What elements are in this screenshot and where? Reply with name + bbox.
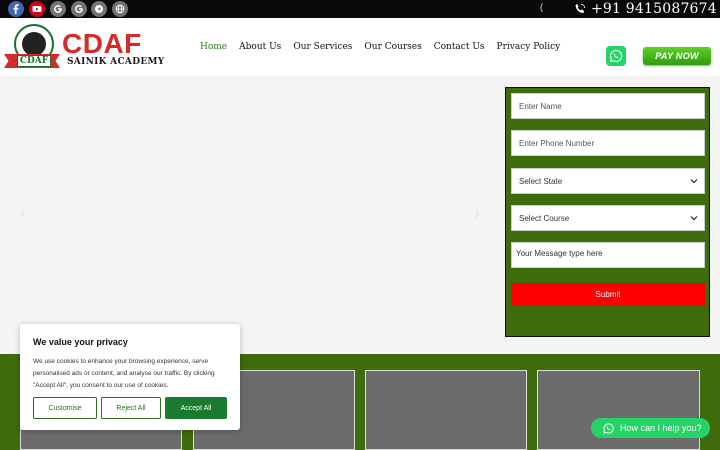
cookie-banner: We value your privacy We use cookies to … <box>20 324 240 430</box>
chevron-down-icon <box>690 216 698 221</box>
nav-about-us[interactable]: About Us <box>239 42 281 52</box>
nav-our-services[interactable]: Our Services <box>293 42 352 52</box>
slider-prev-arrow[interactable]: ‹ <box>20 203 26 224</box>
chat-label: How can I help you? <box>620 423 702 433</box>
logo-badge-text: CDAF <box>17 55 51 67</box>
phone-icon <box>575 3 586 13</box>
google-icon-2[interactable] <box>71 1 87 17</box>
customise-button[interactable]: Customise <box>33 397 97 419</box>
slider-next-arrow[interactable]: › <box>474 203 480 224</box>
phone-input[interactable]: Enter Phone Number <box>511 130 705 156</box>
brand-subtitle: SAINIK ACADEMY <box>67 57 165 67</box>
message-textarea[interactable]: Your Message type here <box>511 242 705 268</box>
phone-link[interactable]: +91 9415087674 <box>574 0 717 18</box>
submit-button[interactable]: Submit <box>511 283 705 306</box>
globe-icon[interactable] <box>112 1 128 17</box>
course-card[interactable] <box>537 370 700 450</box>
phone-number: +91 9415087674 <box>591 1 717 17</box>
whatsapp-icon <box>603 422 614 434</box>
nav-our-courses[interactable]: Our Courses <box>364 42 421 52</box>
accept-all-button[interactable]: Accept All <box>165 397 227 419</box>
google-icon[interactable] <box>50 1 66 17</box>
nav-home[interactable]: Home <box>200 42 227 52</box>
course-select-label: Select Course <box>519 213 570 223</box>
nav-contact-us[interactable]: Contact Us <box>434 42 485 52</box>
course-select[interactable]: Select Course <box>511 205 705 231</box>
cookie-text: We use cookies to enhance your browsing … <box>33 358 215 389</box>
whatsapp-button[interactable] <box>606 46 626 66</box>
brand-title: CDAF <box>62 28 142 59</box>
topbar-mark: ( <box>540 2 543 12</box>
cookie-title: We value your privacy <box>33 337 128 347</box>
course-card[interactable] <box>365 370 527 450</box>
pay-now-button[interactable]: PAY NOW <box>643 47 711 65</box>
youtube-icon[interactable] <box>29 1 45 17</box>
state-select-label: Select State <box>519 176 563 186</box>
reject-all-button[interactable]: Reject All <box>101 397 161 419</box>
facebook-icon[interactable] <box>8 1 24 17</box>
whatsapp-icon <box>609 49 623 63</box>
chevron-down-icon <box>690 179 698 184</box>
name-input[interactable]: Enter Name <box>511 93 705 119</box>
top-bar: ( +91 9415087674 <box>0 0 720 18</box>
main-nav: Home About Us Our Services Our Courses C… <box>200 42 572 52</box>
enquiry-form: Enter Name Enter Phone Number Select Sta… <box>505 87 710 337</box>
nav-privacy-policy[interactable]: Privacy Policy <box>497 42 561 52</box>
state-select[interactable]: Select State <box>511 168 705 194</box>
telegram-icon[interactable] <box>91 1 107 17</box>
site-header: CDAF CDAF SAINIK ACADEMY Home About Us O… <box>0 18 720 76</box>
whatsapp-chat-button[interactable]: How can I help you? <box>591 418 710 438</box>
